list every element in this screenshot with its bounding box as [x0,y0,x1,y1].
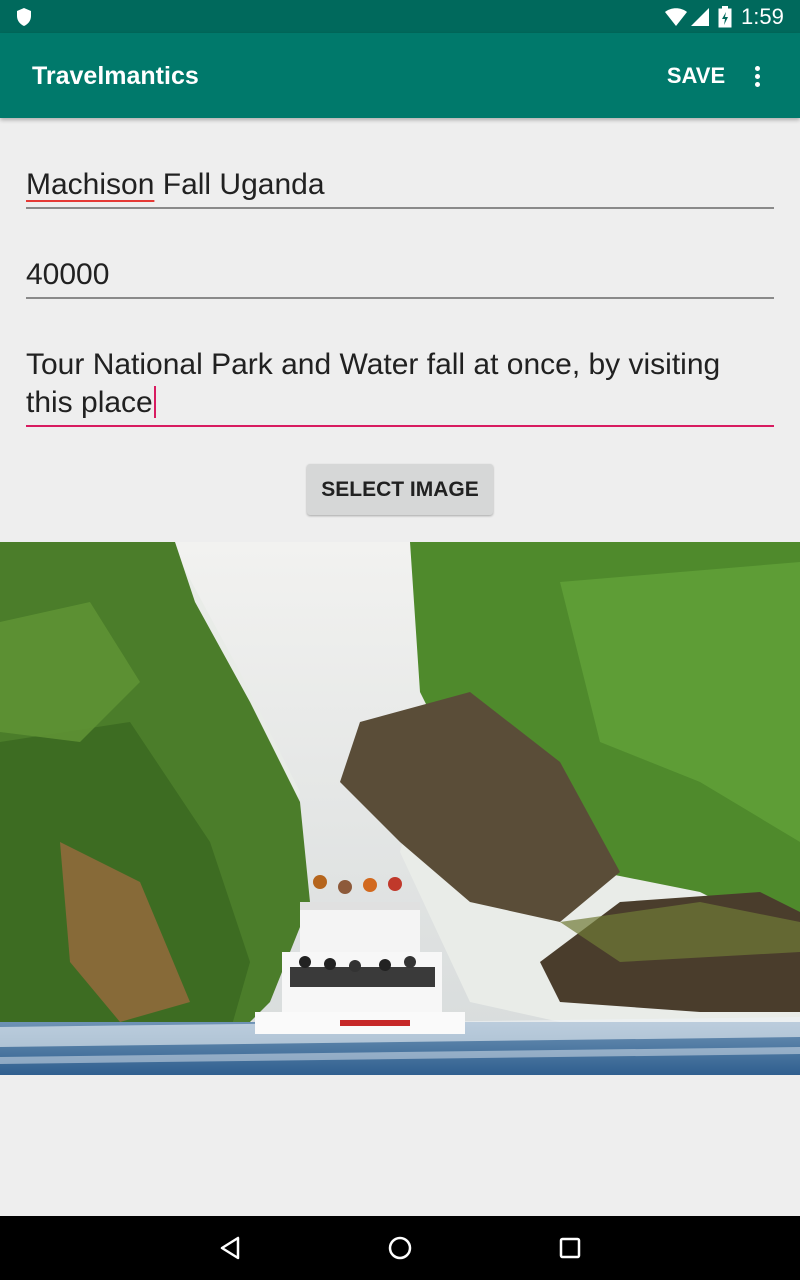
app-bar: Travelmantics SAVE [0,33,800,118]
description-input[interactable]: Tour National Park and Water fall at onc… [26,346,774,427]
back-icon[interactable] [216,1233,246,1263]
price-input-underline [26,297,774,299]
title-input[interactable]: Machison Fall Uganda [26,166,774,209]
select-image-button[interactable]: SELECT IMAGE [307,464,493,515]
recents-icon[interactable] [555,1233,585,1263]
title-input-underline [26,207,774,209]
signal-icon [690,7,710,32]
status-bar: 1:59 [0,0,800,33]
title-text-rest: Fall Uganda [154,168,325,201]
text-cursor [153,386,156,418]
more-vert-icon[interactable] [740,53,774,99]
status-time: 1:59 [741,4,784,29]
save-button[interactable]: SAVE [660,53,732,99]
home-icon[interactable] [385,1233,415,1263]
price-input-text: 40000 [26,258,110,291]
wifi-icon [664,7,688,32]
spellcheck-word: Machison [26,168,155,201]
battery-icon [718,6,732,33]
price-input[interactable]: 40000 [26,256,774,299]
app-title: Travelmantics [32,62,199,90]
system-nav-bar [0,1216,800,1280]
description-input-underline [26,425,774,427]
title-input-text: Machison Fall Uganda [26,166,774,204]
description-input-text: Tour National Park and Water fall at onc… [26,346,774,422]
description-text: Tour National Park and Water fall at onc… [26,348,721,419]
destination-photo [0,542,800,1075]
shield-icon [15,7,33,32]
